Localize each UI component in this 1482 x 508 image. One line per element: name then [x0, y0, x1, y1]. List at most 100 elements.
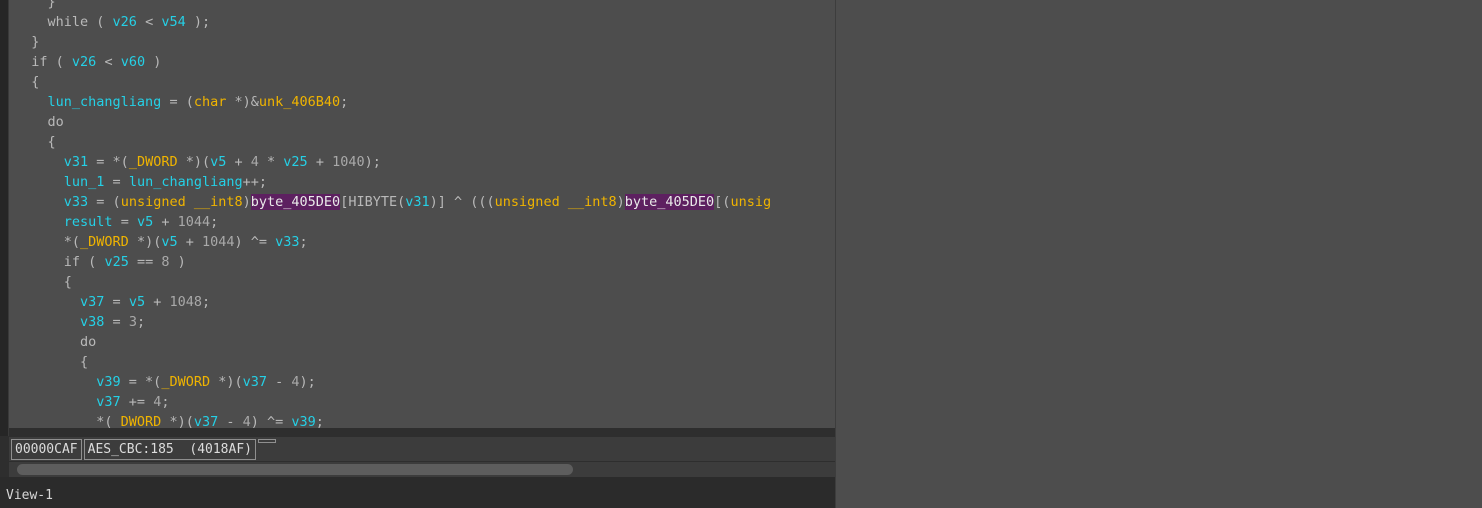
code-token: v5 [128, 294, 146, 310]
code-token: ; [161, 394, 170, 410]
pseudocode-line[interactable]: { [9, 272, 835, 292]
pseudocode-line[interactable]: { [9, 132, 835, 152]
code-token: __int8 [193, 194, 243, 210]
code-token: < [136, 14, 162, 30]
code-token: - [267, 374, 292, 390]
pseudocode-line[interactable]: v39 = *(_DWORD *)(v37 - 4); [9, 372, 835, 392]
code-token: _DWORD [128, 154, 178, 170]
code-token: v37 [96, 394, 121, 410]
code-token: v37 [80, 294, 105, 310]
code-token: ); [185, 14, 211, 30]
code-token: + [307, 154, 333, 170]
pseudocode-line[interactable]: } [9, 0, 835, 12]
code-token: byte_405DE0 [624, 194, 715, 210]
code-token: ( [88, 14, 113, 30]
code-token: v39 [96, 374, 121, 390]
code-token: = ( [161, 94, 194, 110]
pseudocode-line[interactable]: if ( v25 == 8 ) [9, 252, 835, 272]
pseudocode-line[interactable]: { [9, 72, 835, 92]
code-token: v31 [63, 154, 89, 170]
code-token: + [177, 234, 202, 250]
code-token: += [120, 394, 154, 410]
code-token: < [96, 54, 121, 70]
code-token: = [104, 294, 129, 310]
pseudocode-text[interactable]: } while ( v26 < v54 ); } if ( v26 < v60 … [9, 0, 835, 428]
pseudocode-line[interactable]: } [9, 32, 835, 52]
pseudocode-line[interactable]: *(_DWORD *)(v5 + 1044) ^= v33; [9, 232, 835, 252]
code-token: v5 [136, 214, 154, 230]
pseudocode-footer [0, 477, 835, 508]
code-token: v33 [63, 194, 89, 210]
code-token: ) [242, 194, 251, 210]
pseudocode-line[interactable]: lun_changliang = (char *)&unk_406B40; [9, 92, 835, 112]
code-token: *)( [161, 414, 194, 428]
pseudocode-gutter[interactable] [0, 0, 9, 436]
code-token: 1044 [177, 214, 211, 230]
code-token: v37 [193, 414, 219, 428]
pseudocode-line[interactable]: v37 += 4; [9, 392, 835, 412]
code-token: ) ^= [234, 234, 276, 250]
code-token: do [80, 334, 97, 350]
code-token: 3 [128, 314, 137, 330]
code-token: ( [80, 254, 105, 270]
code-token: *)( [128, 234, 162, 250]
code-token: result [63, 214, 113, 230]
pseudocode-line[interactable]: *(_DWORD *)(v37 - 4) ^= v39; [9, 412, 835, 428]
code-token: ++; [242, 174, 267, 190]
code-token: *( [15, 414, 113, 428]
code-token: 4 [242, 414, 251, 428]
pseudocode-location-field[interactable]: AES_CBC:185 (4018AF) [83, 439, 256, 460]
code-token: unk_406B40 [258, 94, 341, 110]
pseudocode-line[interactable]: result = v5 + 1044; [9, 212, 835, 232]
code-token: ); [299, 374, 316, 390]
pseudocode-line[interactable]: { [9, 352, 835, 372]
code-token: _DWORD [80, 234, 129, 250]
code-token: v37 [242, 374, 267, 390]
code-token: v25 [104, 254, 129, 270]
pane-splitter[interactable] [835, 0, 836, 508]
code-token: ; [210, 214, 219, 230]
code-token: = [104, 174, 129, 190]
pseudocode-offset-field[interactable]: 00000CAF [11, 439, 82, 460]
pseudocode-line[interactable]: do [9, 332, 835, 352]
pseudocode-hscrollbar-thumb[interactable] [17, 464, 573, 475]
code-token: v25 [283, 154, 308, 170]
code-token: __int8 [567, 194, 617, 210]
code-token: ) [616, 194, 625, 210]
pseudocode-extra-field[interactable] [258, 439, 276, 443]
pseudocode-hscrollbar[interactable] [9, 462, 835, 477]
code-token: v5 [161, 234, 178, 250]
code-token: v31 [405, 194, 430, 210]
pseudocode-line[interactable]: do [9, 112, 835, 132]
code-token: 1040 [332, 154, 365, 170]
code-token: ; [299, 234, 308, 250]
code-token: = ( [88, 194, 121, 210]
pseudocode-line[interactable]: v31 = *(_DWORD *)(v5 + 4 * v25 + 1040); [9, 152, 835, 172]
code-token: ; [136, 314, 146, 330]
pseudocode-line[interactable]: v38 = 3; [9, 312, 835, 332]
code-token: v54 [161, 14, 186, 30]
pseudocode-line[interactable]: v37 = v5 + 1048; [9, 292, 835, 312]
code-token: v60 [120, 54, 146, 70]
pseudocode-line[interactable]: if ( v26 < v60 ) [9, 52, 835, 72]
code-token: unsigned [494, 194, 560, 210]
code-token: char [193, 94, 227, 110]
pseudocode-line[interactable]: lun_1 = lun_changliang++; [9, 172, 835, 192]
pseudocode-line[interactable]: v33 = (unsigned __int8)byte_405DE0[HIBYT… [9, 192, 835, 212]
code-token: *)( [177, 154, 211, 170]
code-token: v26 [112, 14, 137, 30]
code-token: 1048 [169, 294, 202, 310]
code-token: == [128, 254, 162, 270]
code-token: } [15, 0, 56, 10]
tab-view-1[interactable]: View-1 [6, 488, 53, 503]
pseudocode-line[interactable]: while ( v26 < v54 ); [9, 12, 835, 32]
